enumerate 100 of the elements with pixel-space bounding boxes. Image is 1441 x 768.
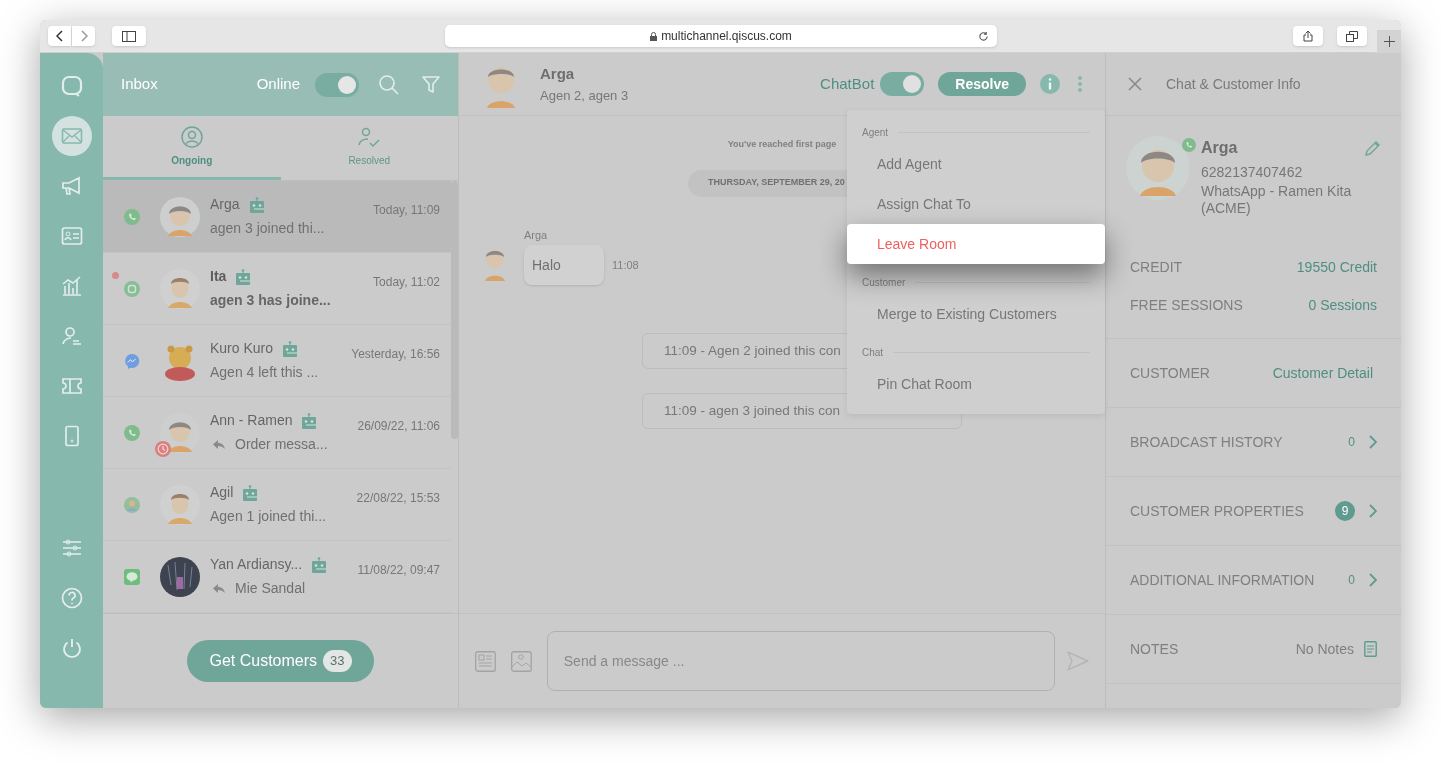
stat-label: FREE SESSIONS [1130, 296, 1243, 315]
participants-text: Agen 2, agen 3 [540, 86, 629, 105]
message-field[interactable]: Send a message ... [563, 650, 1039, 672]
contact-name: Kuro Kuro [210, 339, 274, 358]
menu-item[interactable]: Leave Room [847, 224, 1105, 264]
robot-icon [249, 196, 264, 213]
photo-placeholder [160, 556, 200, 597]
info-icon[interactable] [1040, 74, 1060, 94]
conversation-item[interactable]: Yan Ardiansy... Mie Sandal 11/08/22, 09:47 [103, 541, 451, 613]
message-preview: Order messa... [235, 435, 328, 454]
tabs-button[interactable] [1337, 26, 1367, 46]
conversation-item[interactable]: Ita agen 3 has joine... Today, 11:02 [103, 253, 451, 325]
share-button[interactable] [1293, 26, 1323, 46]
chatbot-toggle[interactable] [880, 72, 925, 96]
sender-name: Arga [524, 227, 549, 243]
conversation-item[interactable]: Agil Agen 1 joined thi... 22/08/22, 15:53 [103, 469, 451, 541]
back-button[interactable] [48, 26, 71, 46]
timestamp: Today, 11:09 [373, 201, 440, 219]
message-preview: agen 3 has joine... [210, 291, 331, 310]
contact-card-icon [59, 224, 84, 248]
whatsapp-icon [124, 424, 140, 441]
tabs-icon [1346, 30, 1358, 42]
conversation-item[interactable]: Arga agen 3 joined thi... Today, 11:09 [103, 181, 451, 253]
message-time: 11:08 [612, 257, 639, 273]
timestamp: Yesterday, 16:56 [351, 345, 440, 363]
section-label: CUSTOMER [1130, 363, 1210, 383]
message-preview: Agen 4 left this ... [210, 363, 319, 382]
robot-icon [312, 556, 327, 573]
image-icon[interactable] [510, 650, 532, 672]
section-heading: Customer [862, 275, 906, 290]
person-icon [59, 324, 84, 348]
chat-bubble-icon [124, 280, 140, 297]
timestamp: 11/08/22, 09:47 [357, 561, 440, 579]
chat-bubble-icon [59, 74, 84, 98]
person-icon [124, 496, 140, 513]
menu-item[interactable]: Merge to Existing Customers [847, 294, 1105, 334]
chevron-right-icon [79, 30, 88, 42]
section-label: NOTES [1130, 639, 1179, 659]
count-text: 0 [1348, 434, 1355, 451]
avatar [1126, 136, 1190, 200]
contact-name: Ita [210, 267, 227, 286]
sidebar-icon [122, 30, 136, 42]
conversation-item[interactable]: Ann - Ramen Order messa... 26/09/22, 11:06 [103, 397, 451, 469]
message-preview: agen 3 joined thi... [210, 219, 325, 238]
robot-icon [236, 268, 251, 285]
count-text: 0 [1348, 572, 1355, 589]
messenger-icon [124, 352, 140, 369]
person-circle-icon [179, 125, 204, 149]
panel-title: Chat & Customer Info [1166, 74, 1301, 94]
search-icon[interactable] [378, 73, 400, 96]
nav-button[interactable] [51, 116, 92, 156]
menu-item[interactable]: Pin Chat Room [847, 364, 1105, 404]
chevron-right-icon[interactable] [1369, 504, 1377, 518]
reload-icon[interactable] [978, 30, 989, 42]
system-message: 11:09 - Agen 2 joined this con [664, 341, 841, 360]
customer-detail-link[interactable]: Customer Detail [1272, 362, 1373, 384]
message-input[interactable]: Send a message ... [546, 631, 1056, 691]
customer-name: Arga [1201, 138, 1238, 158]
section-heading: Chat [862, 345, 884, 360]
count-badge: 9 [1335, 501, 1355, 521]
first-page-notice: You've reached first page [727, 138, 837, 151]
status-tab[interactable]: Resolved [280, 116, 458, 180]
system-message: 11:09 - agen 3 joined this con [664, 401, 841, 420]
chevron-right-icon[interactable] [1369, 573, 1377, 587]
edit-icon[interactable] [1364, 139, 1381, 157]
online-toggle[interactable] [315, 72, 359, 97]
channel-name: WhatsApp - Ramen Kita (ACME) [1201, 183, 1353, 217]
url-text: multichannel.qiscus.com [661, 28, 792, 45]
robot-icon [283, 340, 298, 357]
lock-icon [650, 31, 658, 41]
more-icon[interactable] [1077, 75, 1083, 93]
section-label: ADDITIONAL INFORMATION [1130, 570, 1315, 590]
timestamp: 22/08/22, 15:53 [356, 489, 440, 507]
sidebar-button[interactable] [112, 26, 146, 46]
note-icon[interactable] [1364, 641, 1377, 657]
online-label: Online [256, 74, 300, 95]
chevron-right-icon[interactable] [1369, 435, 1377, 449]
address-bar[interactable]: multichannel.qiscus.com [445, 25, 997, 47]
template-icon[interactable] [475, 650, 496, 672]
share-icon [1303, 30, 1313, 42]
count-badge: 33 [323, 650, 352, 672]
whatsapp-icon [1182, 138, 1196, 152]
stat-value: 0 Sessions [1308, 296, 1377, 315]
get-customers-button[interactable]: Get Customers 33 [187, 640, 374, 682]
message-preview: Mie Sandal [235, 579, 306, 598]
message-bubble: Halo [524, 245, 604, 285]
resolve-button[interactable]: Resolve [938, 72, 1026, 96]
contact-name: Ann - Ramen [210, 411, 293, 430]
contact-name: Yan Ardiansy... [210, 555, 303, 574]
close-icon[interactable] [1128, 77, 1142, 91]
section-heading: Agent [862, 125, 889, 140]
filter-icon[interactable] [422, 75, 440, 94]
message-preview: Agen 1 joined thi... [210, 507, 326, 526]
section-label: CUSTOMER PROPERTIES [1130, 501, 1304, 521]
contact-name: Arga [540, 64, 576, 84]
conversation-item[interactable]: Kuro Kuro Agen 4 left this ... Yesterday, 16:56 [103, 325, 451, 397]
new-tab-button[interactable] [1377, 30, 1401, 53]
chevron-left-icon [55, 30, 64, 42]
phone-number: 6282137407462 [1201, 163, 1304, 182]
timestamp: 26/09/22, 11:06 [357, 417, 440, 435]
